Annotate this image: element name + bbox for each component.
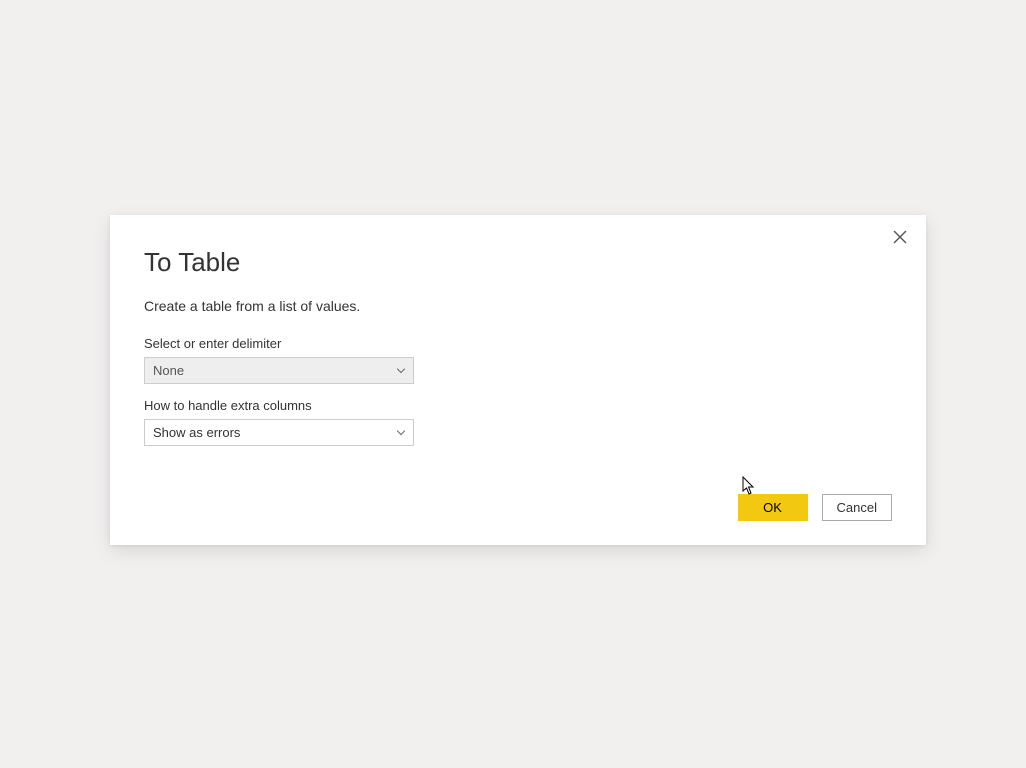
- dialog-title: To Table: [144, 247, 892, 278]
- close-button[interactable]: [888, 227, 912, 251]
- dialog-button-row: OK Cancel: [144, 494, 892, 521]
- chevron-down-icon: [397, 368, 405, 373]
- ok-button[interactable]: OK: [738, 494, 808, 521]
- cursor-icon: [742, 476, 756, 496]
- delimiter-value: None: [153, 363, 184, 378]
- delimiter-field-group: Select or enter delimiter None: [144, 336, 892, 384]
- cancel-button[interactable]: Cancel: [822, 494, 892, 521]
- extra-columns-field-group: How to handle extra columns Show as erro…: [144, 398, 892, 446]
- chevron-down-icon: [397, 430, 405, 435]
- dialog-subtitle: Create a table from a list of values.: [144, 298, 892, 314]
- delimiter-label: Select or enter delimiter: [144, 336, 892, 351]
- close-icon: [893, 230, 907, 249]
- extra-columns-label: How to handle extra columns: [144, 398, 892, 413]
- delimiter-dropdown[interactable]: None: [144, 357, 414, 384]
- to-table-dialog: To Table Create a table from a list of v…: [110, 215, 926, 545]
- extra-columns-dropdown[interactable]: Show as errors: [144, 419, 414, 446]
- extra-columns-value: Show as errors: [153, 425, 240, 440]
